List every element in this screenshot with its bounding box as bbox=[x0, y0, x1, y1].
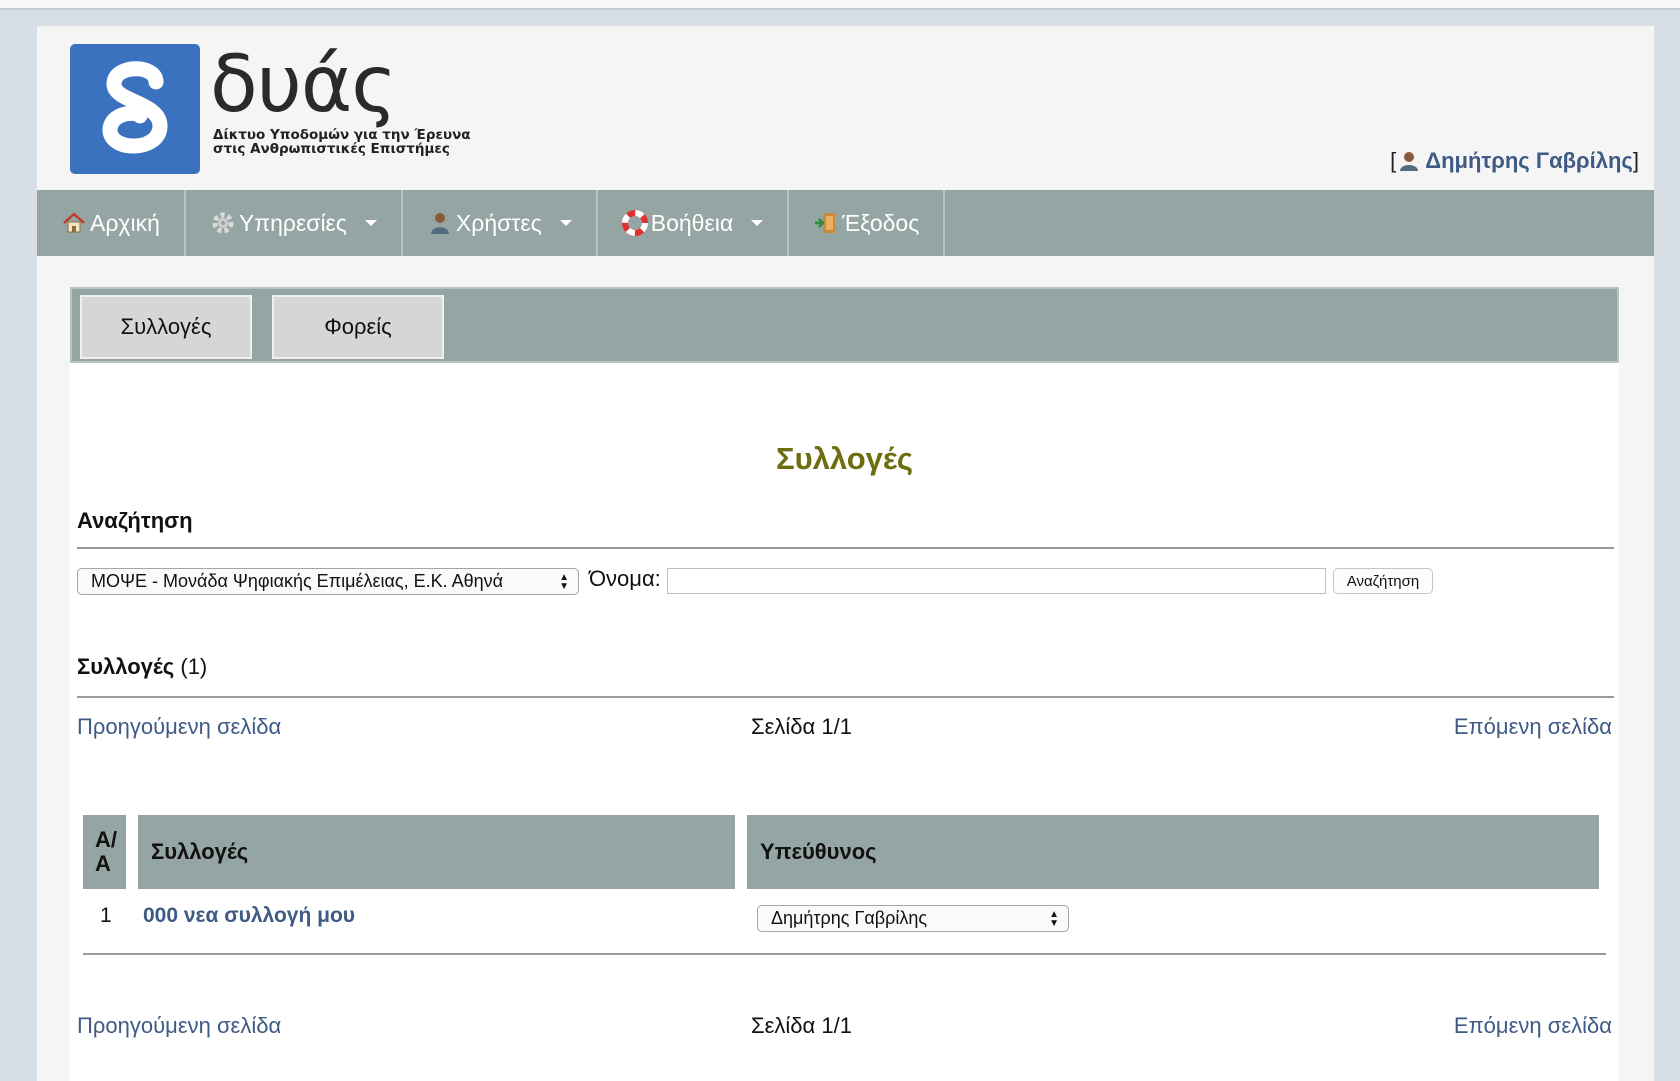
user-profile-link[interactable]: [ Δημήτρης Γαβρίλης ] bbox=[1390, 148, 1639, 174]
brand-name: δυάς bbox=[210, 40, 397, 130]
sub-nav: Συλλογές Φορείς bbox=[70, 287, 1619, 363]
brand-subtitle-line1: Δίκτυο Υποδομών για την Έρευνα bbox=[213, 127, 471, 143]
name-input[interactable] bbox=[667, 568, 1326, 594]
content-panel: Συλλογές Αναζήτηση ΜΟΨΕ - Μονάδα Ψηφιακή… bbox=[70, 363, 1619, 1081]
home-icon bbox=[61, 210, 87, 236]
tab-collections[interactable]: Συλλογές bbox=[80, 295, 252, 359]
nav-help[interactable]: Βοήθεια bbox=[598, 190, 790, 256]
brand-subtitle: Δίκτυο Υποδομών για την Έρευνα στις Ανθρ… bbox=[213, 128, 471, 156]
pager-top: Προηγούμενη σελίδα Σελίδα 1/1 Επόμενη σε… bbox=[77, 714, 1614, 742]
chevron-down-icon bbox=[751, 220, 764, 226]
logo-icon[interactable] bbox=[70, 44, 200, 174]
pager-bottom: Προηγούμενη σελίδα Σελίδα 1/1 Επόμενη σε… bbox=[77, 1013, 1614, 1041]
nav-services[interactable]: Υπηρεσίες bbox=[186, 190, 403, 256]
top-strip bbox=[0, 0, 1680, 10]
owner-select[interactable]: Δημήτρης Γαβρίλης ▲ ▼ bbox=[757, 905, 1069, 932]
nav-home-label: Αρχική bbox=[90, 209, 160, 236]
row-number: 1 bbox=[100, 904, 112, 927]
name-label: Όνομα: bbox=[589, 566, 661, 591]
results-count: Συλλογές (1) bbox=[77, 654, 207, 680]
nav-users[interactable]: Χρήστες bbox=[403, 190, 598, 256]
exit-door-icon bbox=[813, 210, 839, 236]
chevron-down-icon bbox=[364, 220, 377, 226]
search-heading: Αναζήτηση bbox=[77, 508, 193, 533]
main-nav: Αρχική Υπηρεσίες Χρήστες Βοήθεια Έξοδος bbox=[37, 190, 1654, 256]
divider bbox=[77, 547, 1614, 549]
divider bbox=[77, 696, 1614, 698]
column-header-aa-line2: Α bbox=[95, 851, 111, 876]
bracket-close: ] bbox=[1632, 148, 1639, 173]
page-indicator: Σελίδα 1/1 bbox=[751, 1013, 852, 1038]
nav-logout-label: Έξοδος bbox=[842, 209, 920, 236]
prev-page-link[interactable]: Προηγούμενη σελίδα bbox=[77, 1013, 281, 1039]
select-arrows-icon: ▲ ▼ bbox=[1049, 909, 1059, 929]
column-header-aa-line1: Α/ bbox=[95, 827, 117, 852]
column-header-aa: Α/ Α bbox=[83, 815, 126, 889]
lifebuoy-icon bbox=[621, 210, 648, 236]
nav-users-label: Χρήστες bbox=[455, 209, 542, 236]
page-indicator: Σελίδα 1/1 bbox=[751, 714, 852, 739]
select-arrows-icon: ▲ ▼ bbox=[559, 572, 569, 592]
organization-select-value: ΜΟΨΕ - Μονάδα Ψηφιακής Επιμέλειας, Ε.Κ. … bbox=[91, 571, 504, 591]
user-icon bbox=[427, 210, 453, 236]
bracket-open: [ bbox=[1390, 148, 1397, 173]
prev-page-link[interactable]: Προηγούμενη σελίδα bbox=[77, 714, 281, 740]
user-icon bbox=[1398, 150, 1420, 172]
page-title: Συλλογές bbox=[775, 441, 914, 476]
chevron-down-icon bbox=[559, 220, 572, 226]
nav-logout[interactable]: Έξοδος bbox=[789, 190, 946, 256]
brand-subtitle-line2: στις Ανθρωπιστικές Επιστήμες bbox=[213, 141, 450, 157]
column-header-owner: Υπεύθυνος bbox=[747, 815, 1599, 889]
next-page-link[interactable]: Επόμενη σελίδα bbox=[1454, 1013, 1612, 1039]
nav-services-label: Υπηρεσίες bbox=[238, 209, 347, 236]
organization-select[interactable]: ΜΟΨΕ - Μονάδα Ψηφιακής Επιμέλειας, Ε.Κ. … bbox=[77, 568, 579, 595]
results-count-value: (1) bbox=[180, 654, 208, 679]
table-bottom-divider bbox=[83, 953, 1606, 955]
collection-link[interactable]: 000 νεα συλλογή μου bbox=[143, 904, 355, 928]
nav-home[interactable]: Αρχική bbox=[37, 190, 186, 256]
gear-icon bbox=[210, 210, 236, 236]
next-page-link[interactable]: Επόμενη σελίδα bbox=[1454, 714, 1612, 740]
column-header-collections: Συλλογές bbox=[138, 815, 735, 889]
search-button[interactable]: Αναζήτηση bbox=[1333, 568, 1433, 594]
results-heading: Συλλογές bbox=[77, 654, 175, 679]
tab-organizations[interactable]: Φορείς bbox=[272, 295, 444, 359]
owner-select-value: Δημήτρης Γαβρίλης bbox=[771, 908, 928, 928]
nav-help-label: Βοήθεια bbox=[650, 209, 734, 236]
page-container: δυάς Δίκτυο Υποδομών για την Έρευνα στις… bbox=[37, 26, 1654, 1081]
user-name[interactable]: Δημήτρης Γαβρίλης bbox=[1425, 148, 1633, 174]
